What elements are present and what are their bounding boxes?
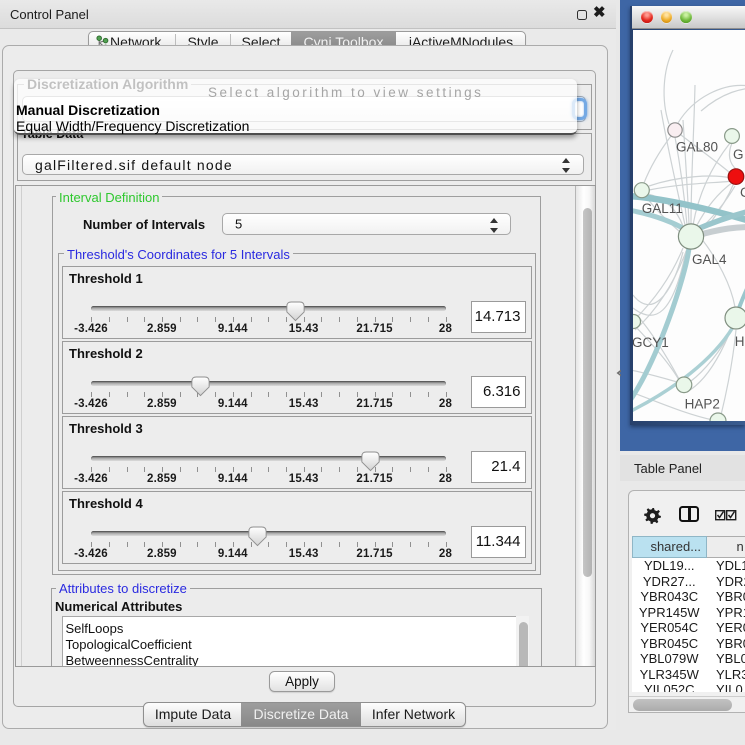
svg-text:HAP2: HAP2: [685, 396, 720, 411]
svg-text:H: H: [735, 334, 745, 349]
svg-text:GAL80: GAL80: [676, 139, 718, 154]
svg-text:G: G: [733, 147, 744, 162]
svg-text:C: C: [740, 185, 745, 200]
svg-text:GAL11: GAL11: [642, 201, 683, 216]
svg-text:GAL4: GAL4: [692, 252, 727, 267]
svg-text:GCY1: GCY1: [633, 335, 669, 350]
